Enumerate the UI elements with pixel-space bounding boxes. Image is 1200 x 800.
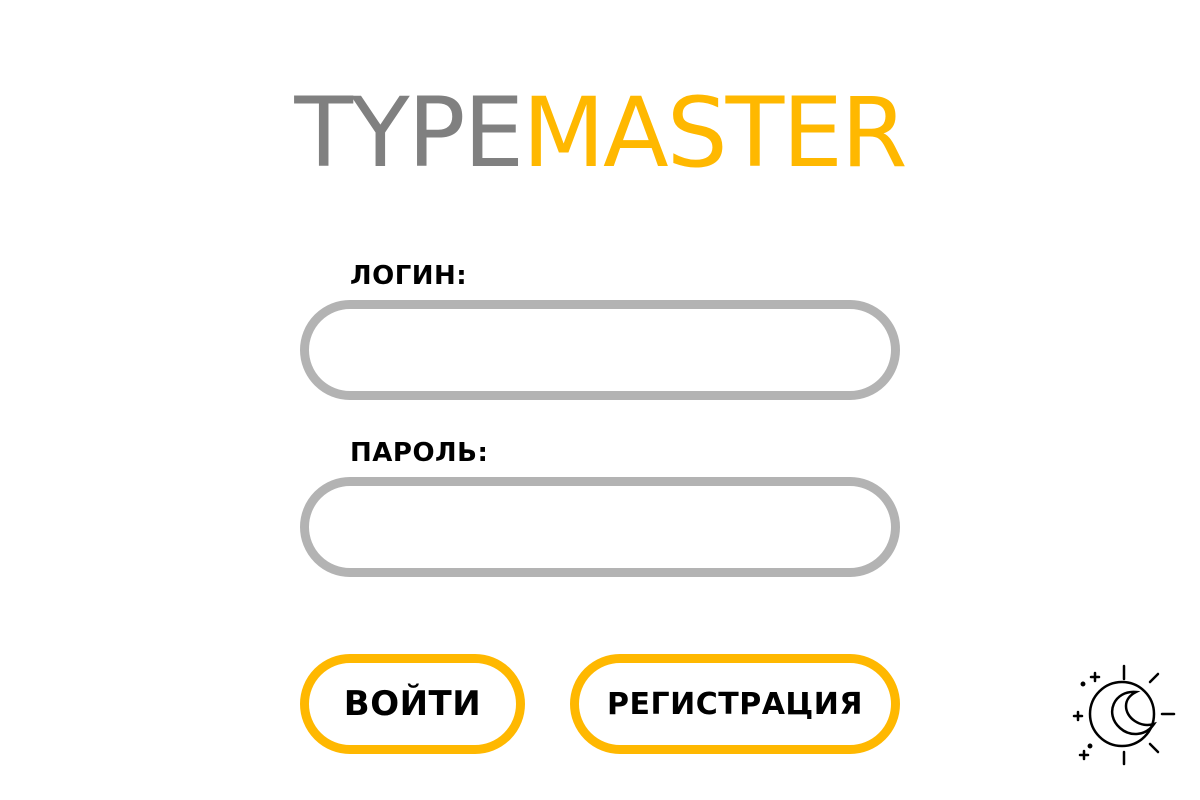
login-input[interactable] [300, 300, 900, 400]
password-input[interactable] [300, 477, 900, 577]
login-label: ЛОГИН: [350, 261, 468, 291]
login-button[interactable]: ВОЙТИ [300, 654, 525, 754]
theme-toggle-button[interactable] [1070, 662, 1176, 768]
logo-part-type: TYPE [294, 77, 524, 189]
app-logo: TYPEMASTER [0, 78, 1200, 188]
moon-sun-icon [1072, 664, 1176, 766]
logo-part-master: MASTER [522, 77, 907, 189]
register-button[interactable]: РЕГИСТРАЦИЯ [570, 654, 900, 754]
password-label: ПАРОЛЬ: [350, 438, 489, 468]
